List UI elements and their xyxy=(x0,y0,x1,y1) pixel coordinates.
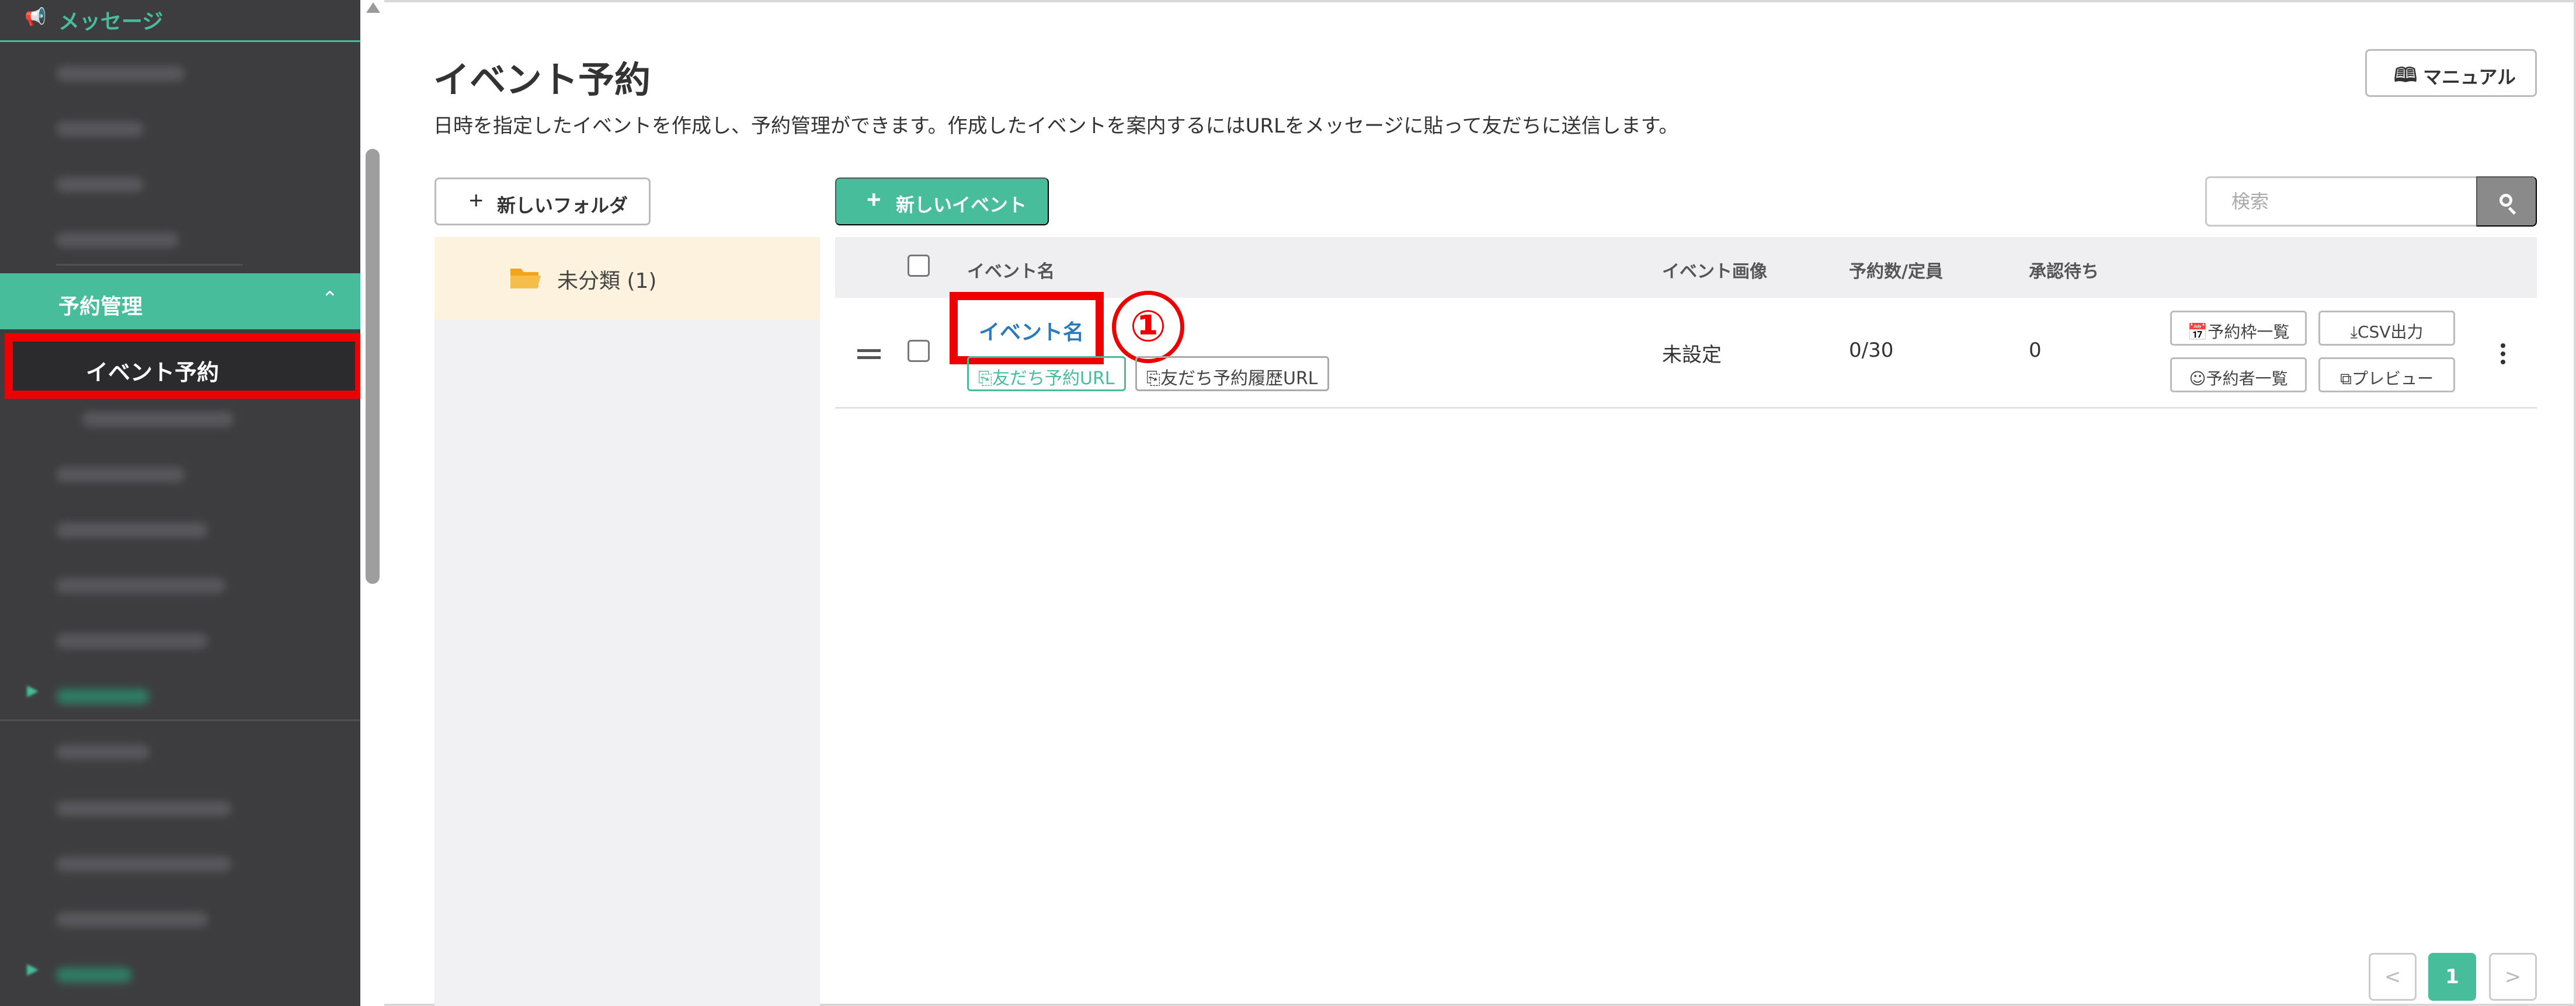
pagination-page-1[interactable]: 1 xyxy=(2428,953,2476,1001)
sidebar-item-blurred[interactable] xyxy=(56,177,144,192)
sidebar-section-icon: ▶ xyxy=(27,682,39,699)
sidebar-item-blurred[interactable] xyxy=(82,412,234,427)
sidebar-item-blurred[interactable] xyxy=(56,801,231,816)
sidebar-item-blurred[interactable] xyxy=(56,857,231,872)
sidebar-item-event-reservation[interactable]: イベント予約 xyxy=(5,333,363,399)
download-icon: ⤓ xyxy=(2350,322,2358,342)
sidebar-item-label: イベント予約 xyxy=(86,360,220,385)
table-row: イベント名 ① ⎘友だち予約URL ⎘友だち予約履歴URL 未設定 0/30 0… xyxy=(835,291,2537,409)
sidebar-section-label: 予約管理 xyxy=(58,295,143,319)
page-description: 日時を指定したイベントを作成し、予約管理ができます。作成したイベントを案内するに… xyxy=(433,114,1679,138)
main-content: イベント予約 日時を指定したイベントを作成し、予約管理ができます。作成したイベン… xyxy=(384,0,2576,1006)
search-icon xyxy=(2499,194,2512,207)
csv-export-button[interactable]: ⤓CSV出力 xyxy=(2318,311,2455,346)
sidebar-item-blurred[interactable] xyxy=(56,578,225,593)
copy-icon: ⎘ xyxy=(978,368,992,389)
column-header-pending: 承認待ち xyxy=(2029,262,2099,282)
plus-icon: + xyxy=(469,186,484,214)
scroll-up-arrow-icon[interactable] xyxy=(366,2,380,13)
sidebar-item-blurred[interactable] xyxy=(56,232,179,248)
sidebar-item-blurred[interactable] xyxy=(56,523,208,538)
pagination-prev[interactable]: < xyxy=(2369,953,2417,1001)
folder-panel: 未分類 (1) xyxy=(434,237,820,1006)
column-header-reservations: 予約数/定員 xyxy=(1849,262,1943,282)
sidebar: 📢 メッセージ 予約管理 ⌃ イベント予約 ▶ ▶ xyxy=(0,0,363,1006)
sidebar-section-blurred[interactable] xyxy=(56,689,150,704)
column-header-image: イベント画像 xyxy=(1662,262,1767,282)
sidebar-section-icon: ▶ xyxy=(27,960,39,978)
sidebar-item-blurred[interactable] xyxy=(56,633,208,649)
sidebar-divider xyxy=(56,264,243,266)
scrollbar-thumb[interactable] xyxy=(366,149,380,584)
event-name-link[interactable]: イベント名 xyxy=(979,315,1084,346)
folder-label: 未分類 (1) xyxy=(557,269,657,293)
sidebar-section-blurred[interactable] xyxy=(56,967,132,983)
reserver-list-button[interactable]: ☺予約者一覧 xyxy=(2170,357,2307,392)
new-event-button[interactable]: + 新しいイベント xyxy=(835,177,1049,225)
search-input[interactable] xyxy=(2205,176,2476,227)
users-icon: ☺ xyxy=(2189,369,2206,388)
reservation-count: 0/30 xyxy=(1849,339,1894,362)
pagination-next[interactable]: > xyxy=(2489,953,2537,1001)
sidebar-item-message[interactable]: 📢 メッセージ xyxy=(0,0,360,42)
sidebar-item-blurred[interactable] xyxy=(56,912,208,927)
chevron-up-icon: ⌃ xyxy=(321,287,339,311)
calendar-icon: 📅 xyxy=(2187,322,2208,342)
column-header-name: イベント名 xyxy=(967,262,1055,282)
new-folder-label: 新しいフォルダ xyxy=(497,195,628,216)
sidebar-item-blurred[interactable] xyxy=(56,121,144,137)
copy-icon: ⎘ xyxy=(1146,368,1160,389)
folder-item[interactable]: 未分類 (1) xyxy=(434,237,820,320)
table-header: イベント名 イベント画像 予約数/定員 承認待ち xyxy=(835,237,2537,298)
sidebar-scrollbar[interactable] xyxy=(360,0,384,1006)
book-icon: 🕮 xyxy=(2394,64,2418,86)
annotation-number-marker: ① xyxy=(1112,291,1184,363)
sidebar-item-blurred[interactable] xyxy=(56,66,185,81)
plus-icon: + xyxy=(867,186,881,213)
page-title: イベント予約 xyxy=(433,58,651,101)
select-all-checkbox[interactable] xyxy=(908,255,930,277)
new-event-label: 新しいイベント xyxy=(896,194,1027,215)
sidebar-item-label: メッセージ xyxy=(58,10,164,34)
preview-icon: ⧉ xyxy=(2339,369,2352,388)
friend-history-url-copy-button[interactable]: ⎘友だち予約履歴URL xyxy=(1135,356,1329,391)
pending-count: 0 xyxy=(2029,339,2042,362)
annotation-highlight-box: イベント名 xyxy=(950,292,1104,364)
search-button[interactable] xyxy=(2476,176,2537,227)
sidebar-item-blurred[interactable] xyxy=(56,467,185,482)
sidebar-divider xyxy=(0,719,360,721)
row-checkbox[interactable] xyxy=(908,340,930,362)
manual-button[interactable]: 🕮 マニュアル xyxy=(2365,49,2537,97)
manual-button-label: マニュアル xyxy=(2423,67,2516,88)
friend-url-copy-button[interactable]: ⎘友だち予約URL xyxy=(967,356,1126,391)
folder-icon xyxy=(510,269,541,288)
drag-handle-icon[interactable] xyxy=(857,349,881,363)
megaphone-icon: 📢 xyxy=(25,7,47,27)
event-image-status: 未設定 xyxy=(1662,343,1722,367)
sidebar-item-blurred[interactable] xyxy=(56,744,150,760)
sidebar-section-reservation[interactable]: 予約管理 ⌃ xyxy=(0,273,360,329)
more-options-icon[interactable] xyxy=(2501,343,2507,368)
preview-button[interactable]: ⧉プレビュー xyxy=(2318,357,2455,392)
new-folder-button[interactable]: + 新しいフォルダ xyxy=(434,177,651,225)
slot-list-button[interactable]: 📅予約枠一覧 xyxy=(2170,311,2307,346)
